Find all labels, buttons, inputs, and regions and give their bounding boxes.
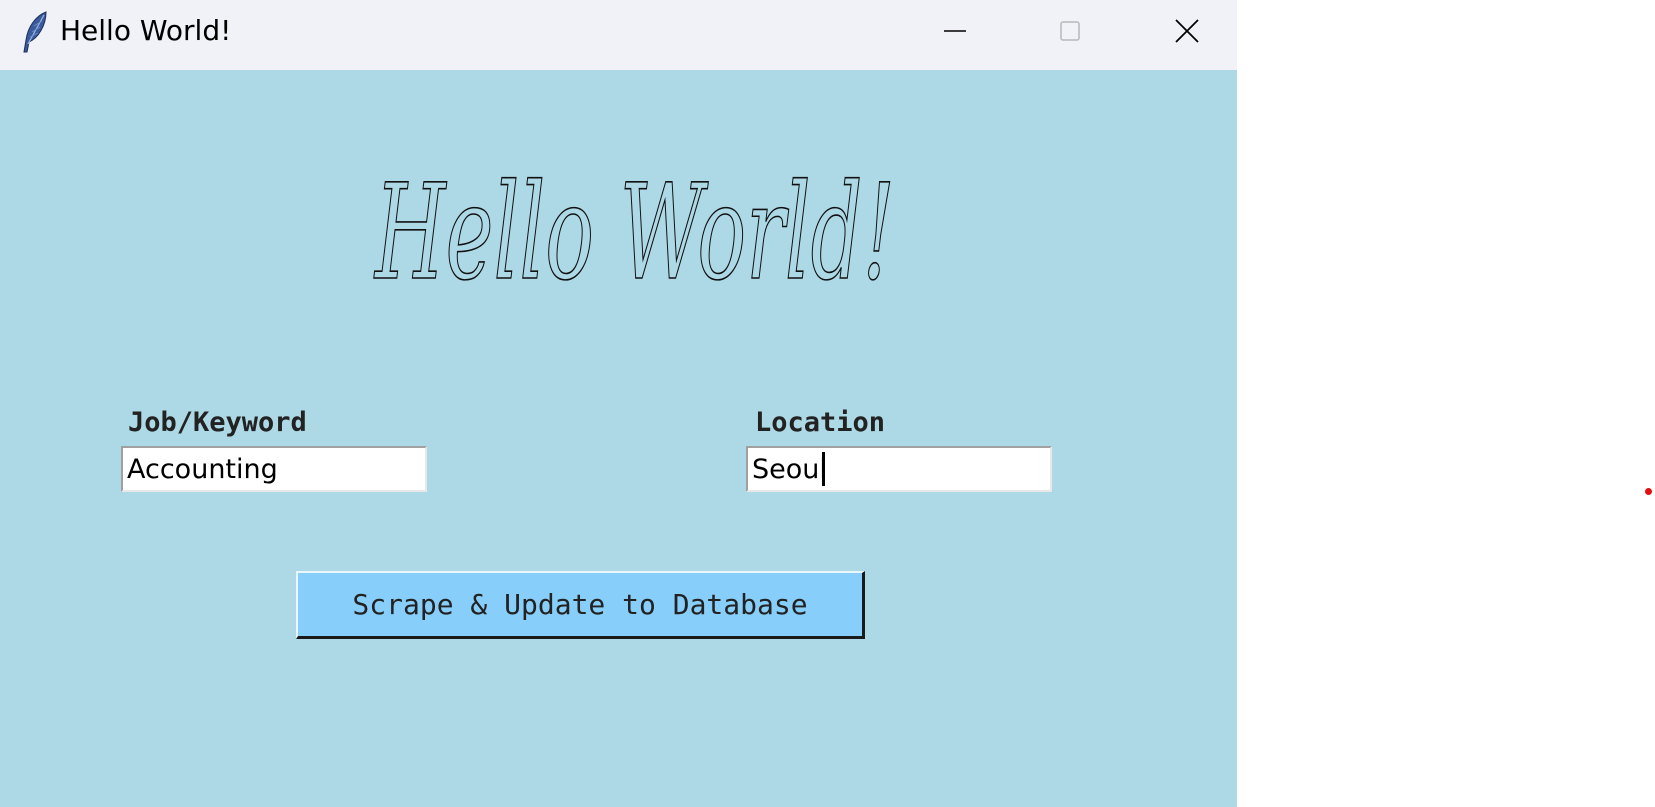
text-cursor <box>822 452 825 486</box>
close-icon <box>1174 19 1199 43</box>
title-bar[interactable]: Hello World! <box>0 0 1237 70</box>
maximize-button[interactable] <box>1012 0 1127 62</box>
location-input[interactable] <box>746 446 1052 492</box>
app-window: Hello World! Hello World! Job/Keyword Lo… <box>0 0 1237 807</box>
close-button[interactable] <box>1129 0 1244 62</box>
job-keyword-label: Job/Keyword <box>128 407 307 438</box>
window-title: Hello World! <box>60 14 232 47</box>
job-keyword-input[interactable] <box>121 446 427 492</box>
scrape-update-button[interactable]: Scrape & Update to Database <box>296 571 865 639</box>
hello-world-text: Hello World! <box>374 156 895 300</box>
feather-icon <box>23 11 47 53</box>
indicator-dot <box>1645 488 1652 495</box>
location-label: Location <box>755 407 886 438</box>
minimize-button[interactable] <box>897 0 1012 62</box>
minimize-icon <box>943 30 966 32</box>
maximize-icon <box>1059 21 1080 41</box>
hello-world-heading: Hello World! <box>373 155 896 300</box>
